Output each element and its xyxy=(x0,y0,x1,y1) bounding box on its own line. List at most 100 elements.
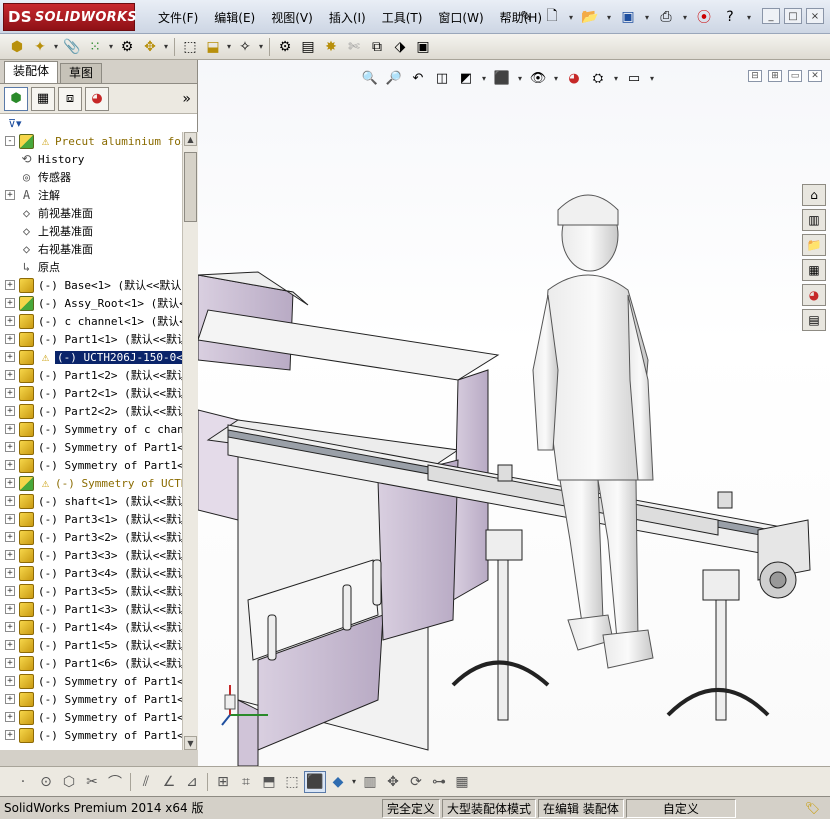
new-part-icon[interactable]: ✦ xyxy=(29,36,51,58)
tree-item[interactable]: + (-) Symmetry of Part1<2 xyxy=(0,456,182,474)
scroll-up-arrow[interactable]: ▲ xyxy=(184,132,197,146)
rotate-icon[interactable]: ⟳ xyxy=(405,771,427,793)
close-button[interactable]: × xyxy=(806,8,824,24)
tree-item[interactable]: + (-) Symmetry of Part1<5 xyxy=(0,708,182,726)
menu-edit[interactable]: 编辑(E) xyxy=(206,9,263,27)
expand-icon[interactable]: + xyxy=(5,280,15,290)
trim-icon[interactable]: ✂ xyxy=(81,771,103,793)
tree-item[interactable]: + (-) Part1<5> (默认<<默认 xyxy=(0,636,182,654)
exploded-view-icon[interactable]: ✸ xyxy=(320,36,342,58)
help-icon[interactable]: ? xyxy=(719,6,741,28)
chevron-down-icon[interactable]: ▾ xyxy=(480,74,488,83)
expand-icon[interactable]: + xyxy=(5,532,15,542)
expand-icon[interactable]: + xyxy=(5,514,15,524)
grid-icon[interactable]: ⊞ xyxy=(212,771,234,793)
minimize-button[interactable]: _ xyxy=(762,8,780,24)
expand-icon[interactable]: + xyxy=(5,334,15,344)
graphics-area[interactable]: 🔍 🔎 ↶ ◫ ◩ ▾ ⬛ ▾ 👁 ▾ ◕ ⛭ ▾ ▭ ▾ ⊟ ⊞ ▭ ✕ ⌂ ▥ 📁 ▦… xyxy=(198,60,830,766)
featuremanager-tree-icon[interactable]: ⬢ xyxy=(4,86,28,111)
tree-item[interactable]: - ⚠ Precut aluminium foil se xyxy=(0,132,182,150)
display-style-icon[interactable]: 👁 xyxy=(528,68,548,88)
show-hidden-icon[interactable]: ⬚ xyxy=(179,36,201,58)
chevron-down-icon[interactable]: ▾ xyxy=(612,74,620,83)
tree-item[interactable]: + ⚠ (-) Symmetry of UCTH xyxy=(0,474,182,492)
previous-view-icon[interactable]: ↶ xyxy=(408,68,428,88)
file-explorer-icon[interactable]: 📁 xyxy=(802,234,826,256)
expand-icon[interactable]: + xyxy=(5,388,15,398)
expand-icon[interactable]: + xyxy=(5,568,15,578)
tree-item[interactable]: + (-) Part1<4> (默认<<默认 xyxy=(0,618,182,636)
tree-item[interactable]: ⟲ History xyxy=(0,150,182,168)
menu-window[interactable]: 窗口(W) xyxy=(430,9,491,27)
save-icon[interactable]: ▣ xyxy=(617,6,639,28)
mate-icon[interactable]: 📎 xyxy=(61,36,83,58)
tab-assembly[interactable]: 装配体 xyxy=(4,61,59,83)
chevron-down-icon[interactable]: ▾ xyxy=(605,13,613,22)
open-icon[interactable]: 📂 xyxy=(579,6,601,28)
tree-item[interactable]: + (-) Part2<1> (默认<<默认 xyxy=(0,384,182,402)
extrude-icon[interactable]: ⫽ xyxy=(135,771,157,793)
expand-icon[interactable]: + xyxy=(5,550,15,560)
section-view-icon[interactable]: ◫ xyxy=(432,68,452,88)
expand-icon[interactable]: + xyxy=(5,496,15,506)
dynamic-annotation-icon[interactable]: ◩ xyxy=(456,68,476,88)
point-icon[interactable]: · xyxy=(12,771,34,793)
traffic-light-icon[interactable]: ⦿ xyxy=(693,6,715,28)
tree-item[interactable]: + (-) Part1<1> (默认<<默认 xyxy=(0,330,182,348)
zoom-area-icon[interactable]: 🔎 xyxy=(384,68,404,88)
expand-icon[interactable]: + xyxy=(5,370,15,380)
tree-item[interactable]: + (-) Part3<5> (默认<<默认 xyxy=(0,582,182,600)
dimension-icon[interactable]: ⊿ xyxy=(181,771,203,793)
assembly-features-icon[interactable]: ⬓ xyxy=(202,36,224,58)
print-icon[interactable]: ⎙ xyxy=(655,6,677,28)
tree-item[interactable]: + (-) Assy_Root<1> (默认< xyxy=(0,294,182,312)
cube-icon[interactable]: ⬚ xyxy=(281,771,303,793)
bill-of-materials-icon[interactable]: ▤ xyxy=(297,36,319,58)
table-icon[interactable]: ▦ xyxy=(451,771,473,793)
configurationmanager-icon[interactable]: ⧈ xyxy=(58,86,82,111)
menu-tools[interactable]: 工具(T) xyxy=(374,9,431,27)
insert-component-icon[interactable]: ⬢ xyxy=(6,36,28,58)
expand-icon[interactable]: + xyxy=(5,190,15,200)
menu-file[interactable]: 文件(F) xyxy=(150,9,206,27)
tree-item[interactable]: ◇ 右视基准面 xyxy=(0,240,182,258)
chevron-down-icon[interactable]: ▾ xyxy=(350,777,358,786)
expand-icon[interactable]: + xyxy=(5,424,15,434)
restore-viewport-icon[interactable]: ⊟ xyxy=(748,70,762,82)
close-viewport-icon[interactable]: ✕ xyxy=(808,70,822,82)
expand-icon[interactable]: + xyxy=(5,604,15,614)
tree-item[interactable]: ↳ 原点 xyxy=(0,258,182,276)
expand-icon[interactable]: + xyxy=(5,316,15,326)
design-library-icon[interactable]: ▥ xyxy=(802,209,826,231)
scroll-down-arrow[interactable]: ▼ xyxy=(184,736,197,750)
section-icon[interactable]: ▥ xyxy=(359,771,381,793)
tree-item[interactable]: + (-) Symmetry of Part1<3 xyxy=(0,672,182,690)
reference-geometry-icon[interactable]: ✧ xyxy=(234,36,256,58)
expand-icon[interactable]: + xyxy=(5,586,15,596)
linear-pattern-icon[interactable]: ⁙ xyxy=(84,36,106,58)
view-orientation-icon[interactable]: ⬛ xyxy=(492,68,512,88)
collapse-icon[interactable]: - xyxy=(5,136,15,146)
chevron-down-icon[interactable]: ▾ xyxy=(648,74,656,83)
tree-item[interactable]: + (-) Base<1> (默认<<默认 xyxy=(0,276,182,294)
chevron-down-icon[interactable]: ▾ xyxy=(162,42,170,51)
chevron-down-icon[interactable]: ▾ xyxy=(52,42,60,51)
pin-icon[interactable]: ✎ xyxy=(515,6,537,28)
tree-scrollbar[interactable]: ▲ ▼ xyxy=(182,132,198,750)
expand-panel-icon[interactable]: » xyxy=(182,91,191,107)
chevron-down-icon[interactable]: ▾ xyxy=(225,42,233,51)
tile-viewport-icon[interactable]: ⊞ xyxy=(768,70,782,82)
chevron-down-icon[interactable]: ▾ xyxy=(643,13,651,22)
expand-icon[interactable]: + xyxy=(5,694,15,704)
offset-icon[interactable]: ⌒ xyxy=(104,771,126,793)
propertymanager-icon[interactable]: ▦ xyxy=(31,86,55,111)
tree-item[interactable]: + (-) Part1<6> (默认<<默认 xyxy=(0,654,182,672)
view-palette-icon[interactable]: ▦ xyxy=(802,259,826,281)
hide-show-items-icon[interactable]: ◕ xyxy=(564,68,584,88)
minimize-viewport-icon[interactable]: ▭ xyxy=(788,70,802,82)
new-motion-study-icon[interactable]: ⚙ xyxy=(274,36,296,58)
solidworks-resources-icon[interactable]: ⌂ xyxy=(802,184,826,206)
scroll-thumb[interactable] xyxy=(184,152,197,222)
reference-icon[interactable]: ⌗ xyxy=(235,771,257,793)
tree-item[interactable]: + (-) Symmetry of Part1<6 xyxy=(0,726,182,744)
